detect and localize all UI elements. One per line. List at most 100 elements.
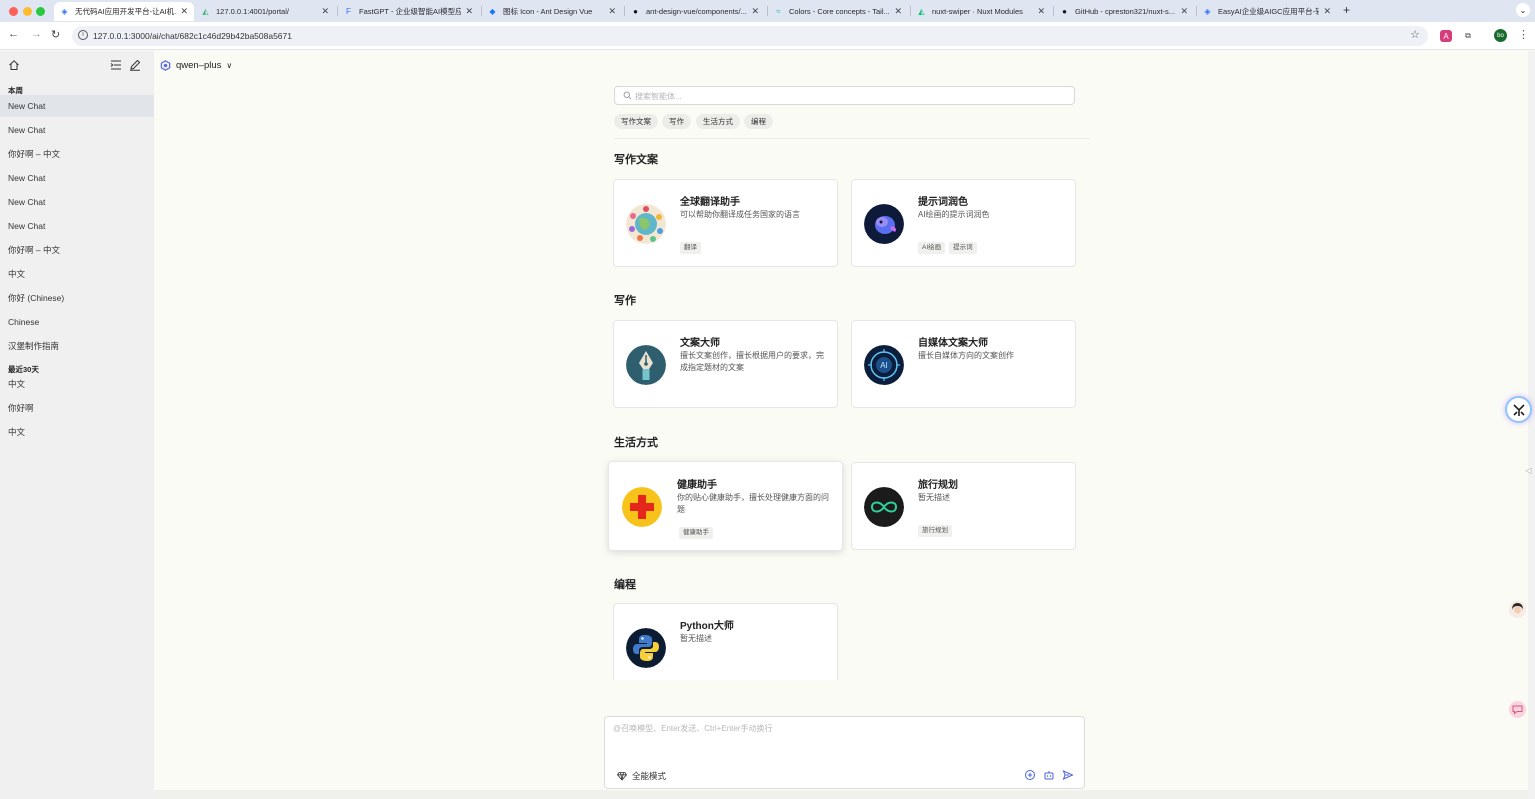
browser-tab[interactable]: F FastGPT - 企业级智能AI模型应... ✕ — [338, 2, 479, 21]
site-info-icon[interactable]: i — [78, 30, 88, 40]
tab-close-icon[interactable]: ✕ — [465, 6, 473, 17]
feedback-float-button[interactable] — [1509, 701, 1526, 718]
assistant-float-button[interactable] — [1505, 396, 1532, 423]
agent-title: 健康助手 — [677, 480, 717, 491]
new-tab-icon[interactable]: + — [1343, 3, 1350, 17]
chat-history-item[interactable]: 中文 — [0, 263, 154, 285]
robot-icon[interactable] — [1043, 769, 1055, 781]
agent-card[interactable]: 文案大师 擅长文案创作，擅长根据用户的要求，完成指定题材的文案 — [613, 320, 838, 408]
filter-chip[interactable]: 写作 — [662, 114, 691, 129]
chat-history-item[interactable]: Chinese — [0, 311, 154, 333]
tab-close-icon[interactable]: ✕ — [180, 6, 188, 17]
agent-card[interactable]: Python大师 暂无描述 — [613, 603, 838, 680]
page-scrollbar[interactable] — [1528, 51, 1535, 799]
person-avatar-icon — [1509, 601, 1526, 618]
browser-tab[interactable]: ● ant-design-vue/components/... ✕ — [625, 2, 765, 21]
profile-avatar[interactable]: bo — [1494, 29, 1507, 42]
agent-title: Python大师 — [680, 621, 734, 632]
collapse-sidebar-icon[interactable] — [110, 59, 122, 71]
collapse-edge-icon[interactable]: ◁ — [1524, 466, 1533, 475]
agent-title: 全球翻译助手 — [680, 197, 740, 208]
model-name: qwen–plus — [176, 60, 222, 71]
filter-chip[interactable]: 生活方式 — [696, 114, 740, 129]
tab-close-icon[interactable]: ✕ — [751, 6, 759, 17]
extensions-puzzle-icon[interactable]: ⧉ — [1462, 30, 1474, 42]
ai-circuit-icon: AI — [864, 345, 904, 385]
filter-chip[interactable]: 编程 — [744, 114, 773, 129]
chat-history-item[interactable]: 你好 (Chinese) — [0, 287, 154, 309]
agent-tag: 翻译 — [680, 242, 701, 254]
agent-title: 自媒体文案大师 — [918, 338, 988, 349]
browser-tab[interactable]: ◆ 图标 Icon - Ant Design Vue ✕ — [482, 2, 622, 21]
ai-sparkle-icon — [1512, 403, 1525, 416]
agent-description: AI绘画的提示词润色 — [918, 210, 990, 219]
chat-history-item[interactable]: 汉堡制作指南 — [0, 335, 154, 357]
chat-composer[interactable]: @召唤模型、Enter发送、Ctrl+Enter手动换行 全能模式 — [604, 716, 1085, 789]
chat-history-item[interactable]: New Chat — [0, 215, 154, 237]
browser-tab[interactable]: ● GitHub - cpreston321/nuxt-s... ✕ — [1054, 2, 1194, 21]
agent-title: 旅行规划 — [918, 480, 958, 491]
chat-history-item[interactable]: 你好啊 — [0, 397, 154, 419]
chat-history-sidebar: 本周 New Chat New Chat 你好啊 – 中文 New Chat N… — [0, 51, 154, 799]
filter-chip[interactable]: 写作文案 — [614, 114, 658, 129]
chat-bubble-icon — [1512, 705, 1523, 715]
section-title: 编程 — [614, 579, 636, 591]
back-arrow-icon[interactable]: ← — [8, 28, 19, 40]
agent-card[interactable]: 提示词润色 AI绘画的提示词润色 AI绘画 提示词 — [851, 179, 1076, 267]
agent-description: 擅长文案创作，擅长根据用户的要求，完成指定题材的文案 — [680, 351, 824, 372]
chat-history-item[interactable]: 中文 — [0, 373, 154, 395]
tab-close-icon[interactable]: ✕ — [894, 6, 902, 17]
browser-tab[interactable]: ≈ Colors - Core concepts - Tail... ✕ — [768, 2, 908, 21]
tab-close-icon[interactable]: ✕ — [1180, 6, 1188, 17]
browser-tab[interactable]: ◭ nuxt-swiper · Nuxt Modules ✕ — [911, 2, 1051, 21]
chat-history-item[interactable]: 你好啊 – 中文 — [0, 143, 154, 165]
agent-card[interactable]: 全球翻译助手 可以帮助你翻译成任务国家的语言 翻译 — [613, 179, 838, 267]
agent-card[interactable]: 旅行规划 暂无描述 旅行规划 — [851, 462, 1076, 550]
url-field[interactable]: i 127.0.0.1:3000/ai/chat/682c1c46d29b42b… — [72, 26, 1428, 46]
chat-history-item[interactable]: New Chat — [0, 95, 154, 117]
agent-card[interactable]: 健康助手 你的贴心健康助手，擅长处理健康方面的问题 健康助手 — [608, 461, 843, 551]
antd-logo-icon: ◆ — [489, 7, 496, 16]
add-circle-icon[interactable] — [1024, 769, 1036, 781]
section-title: 写作文案 — [614, 154, 658, 166]
tab-close-icon[interactable]: ✕ — [1323, 6, 1331, 17]
tab-close-icon[interactable]: ✕ — [608, 6, 616, 17]
window-minimize-button[interactable] — [23, 7, 32, 16]
chat-history-item[interactable]: 你好啊 – 中文 — [0, 239, 154, 261]
browser-tab-active[interactable]: ◈ 无代码AI应用开发平台-让AI机... ✕ — [54, 2, 194, 21]
agent-description: 暂无描述 — [680, 634, 712, 643]
bookmark-star-icon[interactable]: ☆ — [1410, 28, 1420, 41]
section-title: 生活方式 — [614, 437, 658, 449]
window-zoom-button[interactable] — [36, 7, 45, 16]
url-text: 127.0.0.1:3000/ai/chat/682c1c46d29b42ba5… — [93, 31, 292, 41]
model-selector[interactable]: qwen–plus ∨ — [160, 60, 232, 71]
forward-arrow-icon[interactable]: → — [31, 28, 42, 40]
medical-cross-icon — [622, 487, 662, 527]
search-placeholder: 搜索智能体... — [635, 92, 682, 101]
tab-close-icon[interactable]: ✕ — [1037, 6, 1045, 17]
browser-tab[interactable]: ◈ EasyAI企业级AIGC应用平台-轻... ✕ — [1197, 2, 1337, 21]
home-icon[interactable] — [8, 59, 20, 71]
chat-history-item[interactable]: 中文 — [0, 421, 154, 443]
mode-label: 全能模式 — [632, 771, 667, 781]
chat-history-item[interactable]: New Chat — [0, 167, 154, 189]
search-icon — [623, 91, 632, 100]
send-icon[interactable] — [1062, 769, 1074, 781]
mode-selector[interactable]: 全能模式 — [617, 770, 666, 782]
chat-history-item[interactable]: New Chat — [0, 119, 154, 141]
agent-tag: 提示词 — [949, 242, 977, 254]
user-avatar-float[interactable] — [1509, 601, 1526, 618]
extension-translate-icon[interactable]: A — [1440, 30, 1452, 42]
svg-text:AI: AI — [880, 361, 888, 370]
agent-search-input[interactable]: 搜索智能体... — [614, 86, 1075, 105]
browser-tab[interactable]: ◭ 127.0.0.1:4001/portal/ ✕ — [195, 2, 335, 21]
tab-search-chevron-icon[interactable]: ⌄ — [1516, 3, 1530, 17]
new-chat-edit-icon[interactable] — [129, 59, 141, 71]
browser-menu-icon[interactable]: ⋮ — [1518, 28, 1529, 41]
window-close-button[interactable] — [9, 7, 18, 16]
agent-card[interactable]: AI 自媒体文案大师 擅长自媒体方向的文案创作 — [851, 320, 1076, 408]
tab-close-icon[interactable]: ✕ — [321, 6, 329, 17]
reload-icon[interactable]: ↻ — [51, 28, 60, 41]
tab-title: nuxt-swiper · Nuxt Modules — [932, 7, 1023, 16]
chat-history-item[interactable]: New Chat — [0, 191, 154, 213]
